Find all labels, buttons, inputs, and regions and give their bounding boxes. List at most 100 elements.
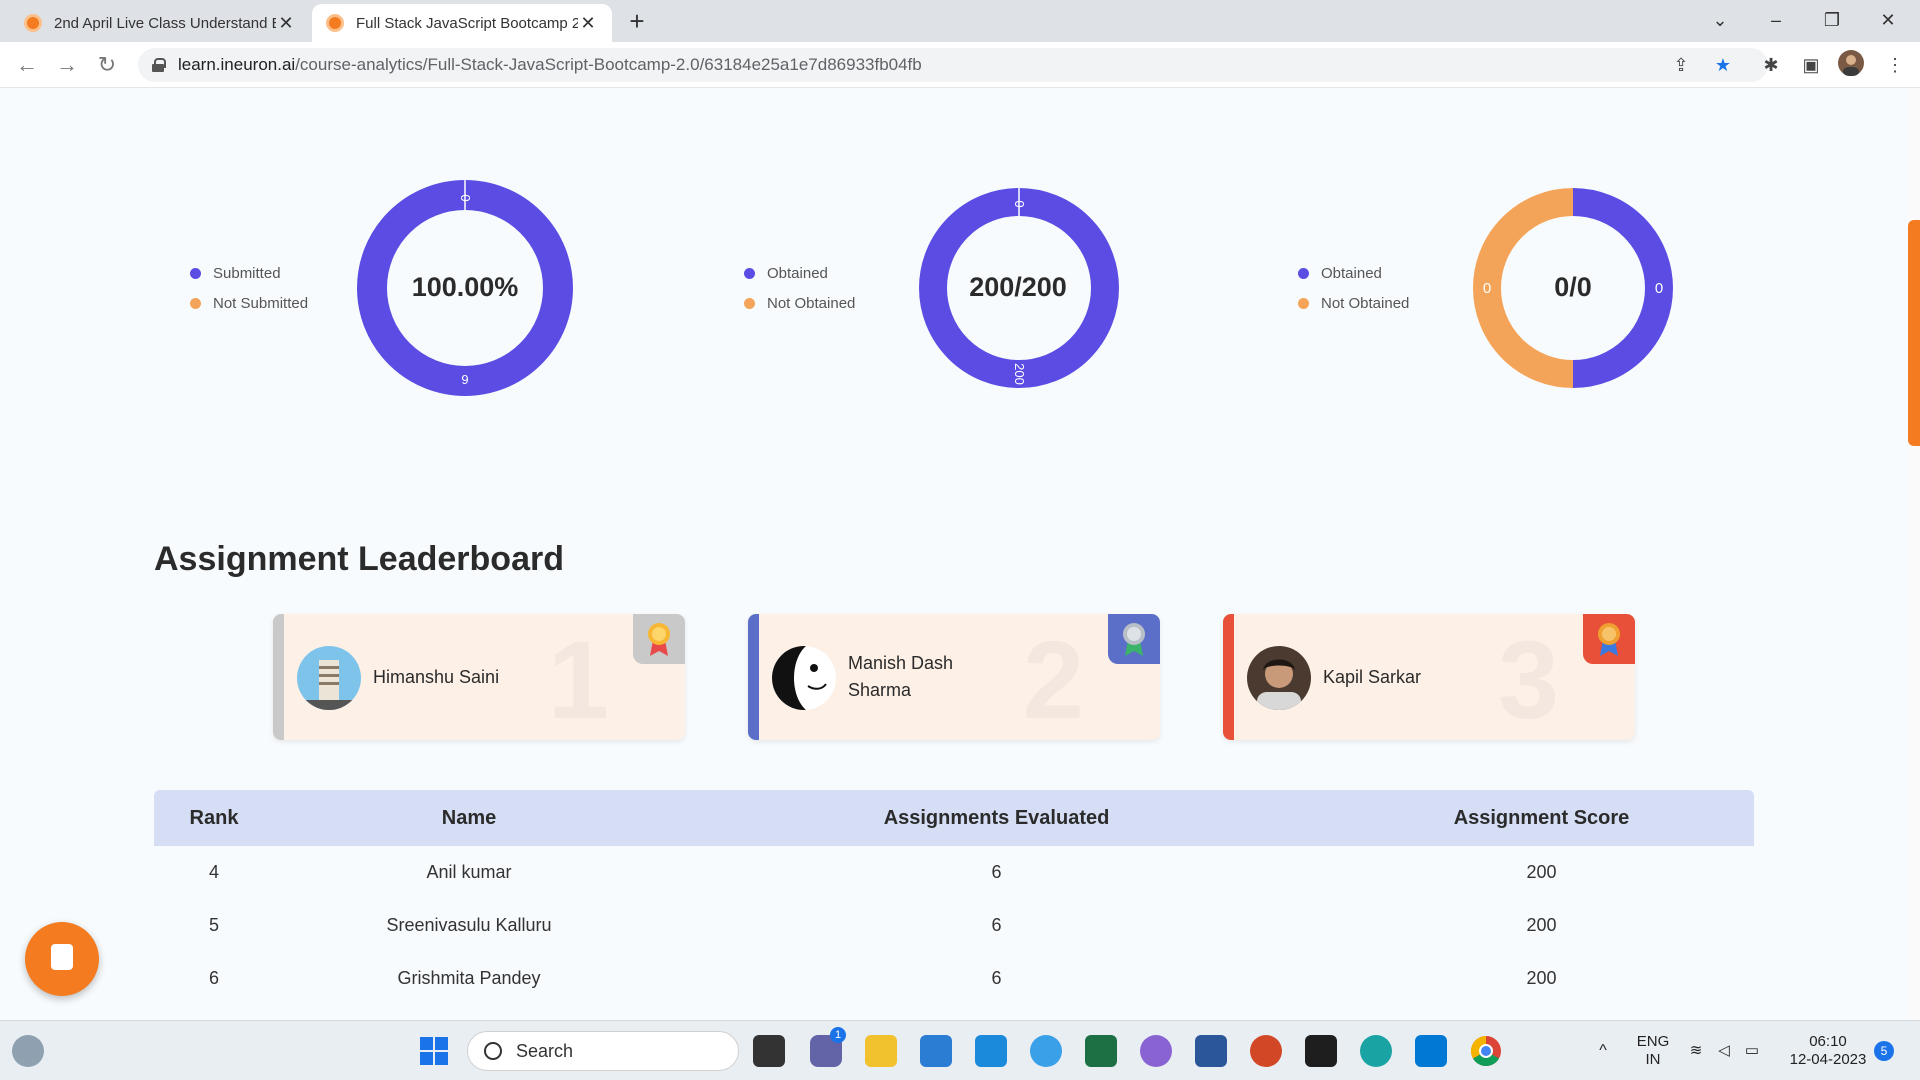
browser-tab-active[interactable]: Full Stack JavaScript Bootcamp 2. ✕ xyxy=(312,4,612,42)
input-language-indicator[interactable]: ENG IN xyxy=(1628,1021,1678,1080)
windows-start-icon[interactable] xyxy=(418,1035,450,1067)
legend-swatch xyxy=(744,297,755,309)
legend-label: Not Obtained xyxy=(1321,294,1410,312)
ring-label-bottom: 200 xyxy=(1012,363,1027,385)
leaderboard-rank-number: 1 xyxy=(547,619,609,740)
browser-tab[interactable]: 2nd April Live Class Understand E ✕ xyxy=(10,4,310,42)
ineuron-favicon-icon xyxy=(24,14,42,32)
cell-rank: 4 xyxy=(208,862,219,882)
powerpoint-icon[interactable] xyxy=(1250,1035,1282,1067)
cell-rank: 6 xyxy=(208,968,219,988)
page-scrollbar[interactable] xyxy=(1908,88,1920,1020)
browser-menu-icon[interactable]: ⋮ xyxy=(1880,50,1910,80)
course-analytics-page: Submitted Not Submitted 0 6 100.00% Obta… xyxy=(0,88,1908,1020)
word-icon[interactable] xyxy=(1195,1035,1227,1067)
extensions-icon[interactable]: ✱ xyxy=(1756,50,1786,80)
legend-swatch xyxy=(190,267,201,279)
teams-chat-icon[interactable]: 1 xyxy=(810,1027,846,1067)
minimize-button[interactable]: – xyxy=(1748,0,1804,42)
chrome-icon[interactable] xyxy=(1470,1035,1502,1067)
leaderboard-card-rank-2: Manish Dash Sharma 2 xyxy=(748,614,1160,740)
legend-label: Obtained xyxy=(1321,264,1382,282)
help-app-icon[interactable] xyxy=(1030,1035,1062,1067)
taskbar-search-box[interactable]: Search xyxy=(467,1031,739,1071)
taskbar-search-placeholder: Search xyxy=(516,1040,574,1061)
table-header: Rank Name Assignments Evaluated Assignme… xyxy=(154,790,1754,846)
avatar xyxy=(297,646,361,710)
file-explorer-icon[interactable] xyxy=(865,1035,897,1067)
column-header-name: Name xyxy=(441,806,497,829)
donut-center-label: 100.00% xyxy=(411,272,519,302)
leaderboard-title: Assignment Leaderboard xyxy=(154,540,564,578)
terminal-icon[interactable] xyxy=(1305,1035,1337,1067)
leaderboard-card-rank-1: Himanshu Saini 1 xyxy=(273,614,685,740)
leaderboard-table: Rank Name Assignments Evaluated Assignme… xyxy=(154,790,1754,1005)
cell-rank: 5 xyxy=(208,915,219,935)
teams-notification-badge: 1 xyxy=(830,1027,846,1043)
cell-name: Anil kumar xyxy=(426,862,512,882)
edge-icon[interactable] xyxy=(1360,1035,1392,1067)
table-row: 6 Grishmita Pandey 6 200 xyxy=(154,952,1754,1005)
table-row: 4 Anil kumar 6 200 xyxy=(154,846,1754,899)
notification-count-badge[interactable]: 5 xyxy=(1874,1041,1894,1061)
scrollbar-thumb[interactable] xyxy=(1908,220,1920,446)
task-view-icon[interactable] xyxy=(753,1035,785,1067)
reload-button[interactable]: ↻ xyxy=(92,50,122,80)
battery-icon[interactable]: ▭ xyxy=(1740,1021,1764,1080)
leaderboard-name: Kapil Sarkar xyxy=(1323,666,1422,687)
back-button[interactable]: ← xyxy=(12,50,42,80)
volume-icon[interactable]: ◁ xyxy=(1712,1021,1736,1080)
cell-assignment-score: 200 xyxy=(1526,862,1557,882)
legend-label: Not Obtained xyxy=(767,294,856,312)
chart-legend: Submitted Not Submitted xyxy=(190,258,308,318)
avatar xyxy=(772,646,836,710)
new-tab-button[interactable]: + xyxy=(622,6,652,37)
ineuron-favicon-icon xyxy=(326,14,344,32)
legend-label: Obtained xyxy=(767,264,828,282)
cell-assignments-evaluated: 6 xyxy=(991,862,1002,882)
address-toolbar: ← → ↻ learn.ineuron.ai/course-analytics/… xyxy=(0,42,1920,88)
url-path: /course-analytics/Full-Stack-JavaScript-… xyxy=(295,55,922,74)
leaderboard-name: Manish Dash Sharma xyxy=(848,653,954,700)
url-bar[interactable]: learn.ineuron.ai/course-analytics/Full-S… xyxy=(138,48,1768,82)
forward-button[interactable]: → xyxy=(52,50,82,80)
bronze-medal-icon xyxy=(1583,614,1635,664)
leaderboard-rank-number: 2 xyxy=(1022,619,1084,740)
ring-label-right: 0 xyxy=(1655,280,1663,297)
microsoft-store-icon[interactable] xyxy=(920,1035,952,1067)
legend-swatch xyxy=(744,267,755,279)
chart-legend: Obtained Not Obtained xyxy=(1298,258,1409,318)
clock[interactable]: 06:10 12-04-2023 xyxy=(1780,1021,1876,1080)
help-chat-button[interactable] xyxy=(25,922,99,996)
donut-center-label: 0/0 xyxy=(1554,272,1592,302)
legend-item: Submitted xyxy=(190,258,308,288)
tab-title: 2nd April Live Class Understand E xyxy=(54,14,276,32)
share-icon[interactable]: ⇪ xyxy=(1666,50,1696,80)
rank-stripe xyxy=(273,614,284,740)
legend-label: Not Submitted xyxy=(213,294,309,312)
side-panel-icon[interactable]: ▣ xyxy=(1796,50,1826,80)
profile-avatar[interactable] xyxy=(1836,50,1866,80)
legend-item: Not Submitted xyxy=(190,288,308,318)
show-hidden-icons-chevron-icon[interactable]: ^ xyxy=(1588,1021,1618,1080)
vscode-icon[interactable] xyxy=(1415,1035,1447,1067)
myhp-icon[interactable] xyxy=(975,1035,1007,1067)
ring-label-bottom: 6 xyxy=(461,372,468,387)
legend-item: Obtained xyxy=(1298,258,1409,288)
windows-taskbar: Search 1 ^ ENG IN ≋ ◁ ▭ 06:10 12-04-2023… xyxy=(0,1020,1920,1080)
close-tab-icon[interactable]: ✕ xyxy=(578,13,598,34)
clock-time: 06:10 xyxy=(1809,1033,1847,1050)
weather-icon[interactable] xyxy=(12,1035,44,1067)
restore-button[interactable]: ❐ xyxy=(1804,0,1860,42)
column-header-assignment-score: Assignment Score xyxy=(1453,806,1630,829)
cell-name: Grishmita Pandey xyxy=(397,968,541,988)
copilot-icon[interactable] xyxy=(1140,1035,1172,1067)
close-window-button[interactable]: ✕ xyxy=(1860,0,1916,42)
close-tab-icon[interactable]: ✕ xyxy=(276,13,296,34)
bookmark-star-icon[interactable]: ★ xyxy=(1708,50,1738,80)
wifi-icon[interactable]: ≋ xyxy=(1684,1021,1708,1080)
chart-legend: Obtained Not Obtained xyxy=(744,258,855,318)
tab-search-icon[interactable]: ⌄ xyxy=(1692,0,1748,42)
excel-icon[interactable] xyxy=(1085,1035,1117,1067)
cell-assignment-score: 200 xyxy=(1526,968,1557,988)
